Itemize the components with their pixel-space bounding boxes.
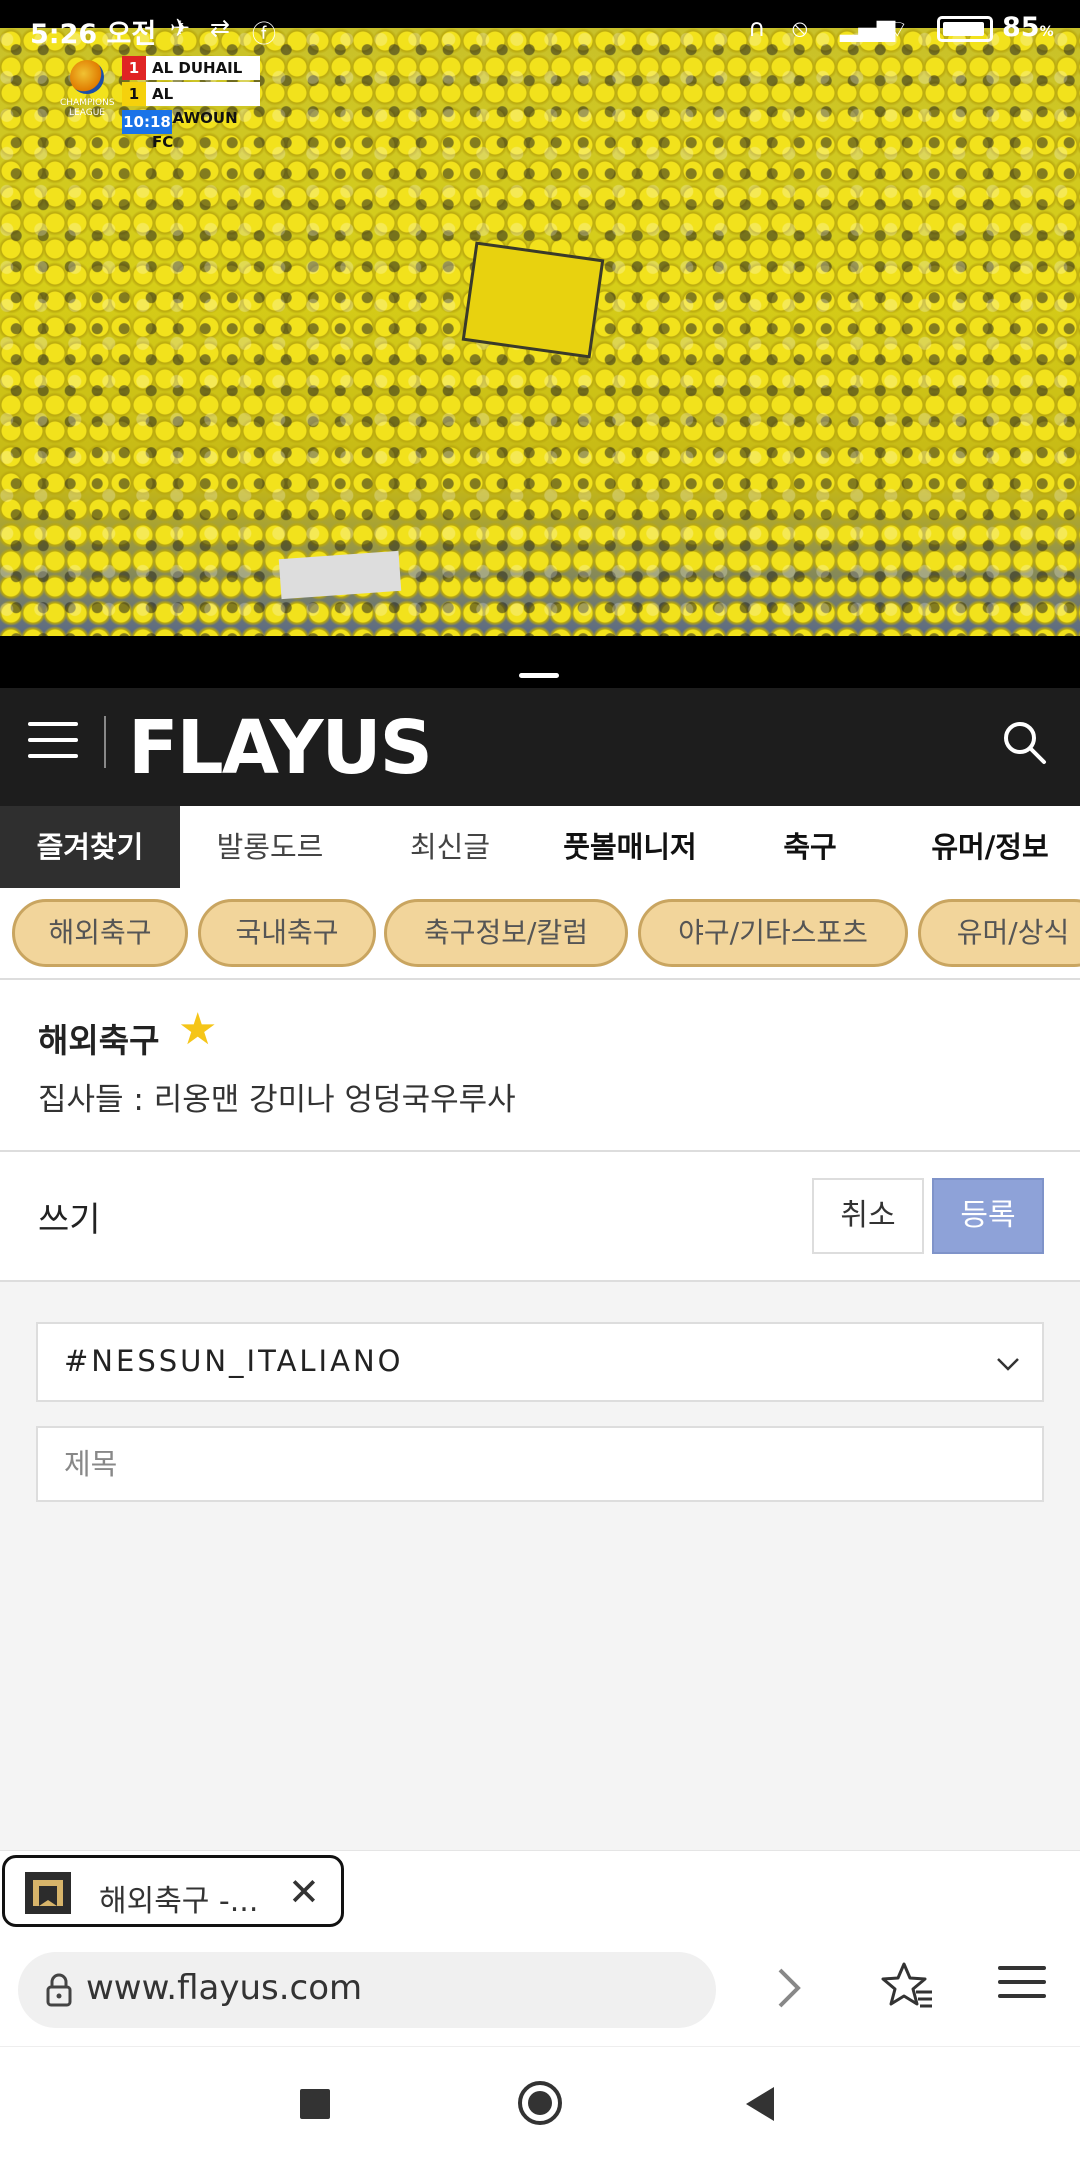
sync-icon: ✈ xyxy=(170,14,191,42)
mute-icon: ⦸ xyxy=(792,14,808,42)
status-bar: 5:26 오전 ✈ ⇄ ⓕ ∩ ⦸ ▂▄▆ ⌔ 85% xyxy=(0,0,1080,56)
site-header: FLAYUS xyxy=(0,688,1080,806)
video-frame-flag xyxy=(461,241,605,359)
video-frame-flag xyxy=(278,550,402,600)
video-drag-handle[interactable] xyxy=(519,673,559,678)
lock-icon xyxy=(46,1973,72,2007)
hamburger-menu-icon[interactable] xyxy=(28,722,78,764)
system-navigation-bar xyxy=(0,2046,1080,2160)
site-logo[interactable]: FLAYUS xyxy=(128,706,433,790)
url-text: www.flayus.com xyxy=(86,1968,363,2008)
status-time: 5:26 오전 xyxy=(30,19,157,50)
browser-tab[interactable]: 해외축구 -... ✕ xyxy=(2,1855,344,1927)
tab-ballon-dor[interactable]: 발롱도르 xyxy=(180,806,360,888)
tab-football[interactable]: 축구 xyxy=(720,806,900,888)
write-bar: 쓰기 취소 등록 xyxy=(0,1152,1080,1282)
browser-menu-icon[interactable] xyxy=(998,1966,1046,2006)
board-chip-row: 해외축구 국내축구 축구정보/칼럼 야구/기타스포츠 유머/상식 xyxy=(0,888,1080,980)
chip-baseball-other-sports[interactable]: 야구/기타스포츠 xyxy=(638,899,908,967)
chip-humor-trivia[interactable]: 유머/상식 xyxy=(918,899,1080,967)
recent-apps-icon[interactable] xyxy=(300,2089,330,2119)
champions-league-logo: CHAMPIONS LEAGUE xyxy=(60,60,115,134)
battery-percent: 85% xyxy=(1002,12,1054,43)
chip-overseas-football[interactable]: 해외축구 xyxy=(12,899,188,967)
browser-address-bar: www.flayus.com xyxy=(0,1930,1080,2046)
headset-icon: ∩ xyxy=(748,14,766,42)
favorite-star-icon[interactable]: ★ xyxy=(178,1004,217,1055)
battery-icon xyxy=(937,16,993,42)
browser-tab-title: 해외축구 -... xyxy=(99,1884,259,1919)
url-field[interactable]: www.flayus.com xyxy=(18,1952,716,2028)
match-clock: 10:18 xyxy=(122,110,172,134)
board-info: 해외축구 ★ 집사들 : 리옹맨 강미나 엉덩국우루사 xyxy=(0,980,1080,1152)
cancel-button[interactable]: 취소 xyxy=(812,1178,924,1254)
bookmark-star-icon[interactable] xyxy=(880,1958,936,2014)
search-icon[interactable] xyxy=(1000,718,1050,768)
team2-score: 1 xyxy=(122,82,146,106)
scoreboard-team1: 1 AL DUHAIL SC xyxy=(122,56,260,101)
board-title: 해외축구 xyxy=(38,1021,160,1060)
tab-humor-info[interactable]: 유머/정보 xyxy=(900,806,1080,888)
scoreboard-team2: 1 AL TAAWOUN FC xyxy=(122,82,260,151)
write-title: 쓰기 xyxy=(38,1200,101,1240)
chip-domestic-football[interactable]: 국내축구 xyxy=(198,899,376,967)
header-divider xyxy=(104,716,106,768)
home-icon[interactable] xyxy=(518,2081,562,2125)
submit-button[interactable]: 등록 xyxy=(932,1178,1044,1254)
tab-favorites[interactable]: 즐겨찾기 xyxy=(0,806,180,888)
tab-latest[interactable]: 최신글 xyxy=(360,806,540,888)
video-player[interactable]: CHAMPIONS LEAGUE 1 AL DUHAIL SC 1 AL TAA… xyxy=(0,0,1080,688)
close-tab-icon[interactable]: ✕ xyxy=(288,1870,320,1914)
category-tabs: 즐겨찾기 발롱도르 최신글 풋볼매니저 축구 유머/정보 xyxy=(0,806,1080,888)
cast-icon: ⇄ xyxy=(210,14,231,42)
board-admins: 집사들 : 리옹맨 강미나 엉덩국우루사 xyxy=(38,1082,516,1118)
category-select-value: #NESSUN_ITALIANO xyxy=(64,1344,404,1378)
category-select[interactable]: #NESSUN_ITALIANO xyxy=(36,1322,1044,1402)
chevron-down-icon xyxy=(997,1358,1019,1371)
site-favicon-icon xyxy=(25,1872,71,1914)
facebook-icon: ⓕ xyxy=(252,20,276,48)
back-icon[interactable] xyxy=(746,2087,774,2121)
wifi-icon: ⌔ xyxy=(886,15,909,43)
forward-arrow-icon[interactable] xyxy=(770,1958,810,2018)
team1-score: 1 xyxy=(122,56,146,80)
browser-tab-strip: 해외축구 -... ✕ xyxy=(0,1850,1080,1930)
chip-football-info-column[interactable]: 축구정보/칼럼 xyxy=(384,899,628,967)
tab-football-manager[interactable]: 풋볼매니저 xyxy=(540,806,720,888)
title-input[interactable] xyxy=(36,1426,1044,1502)
